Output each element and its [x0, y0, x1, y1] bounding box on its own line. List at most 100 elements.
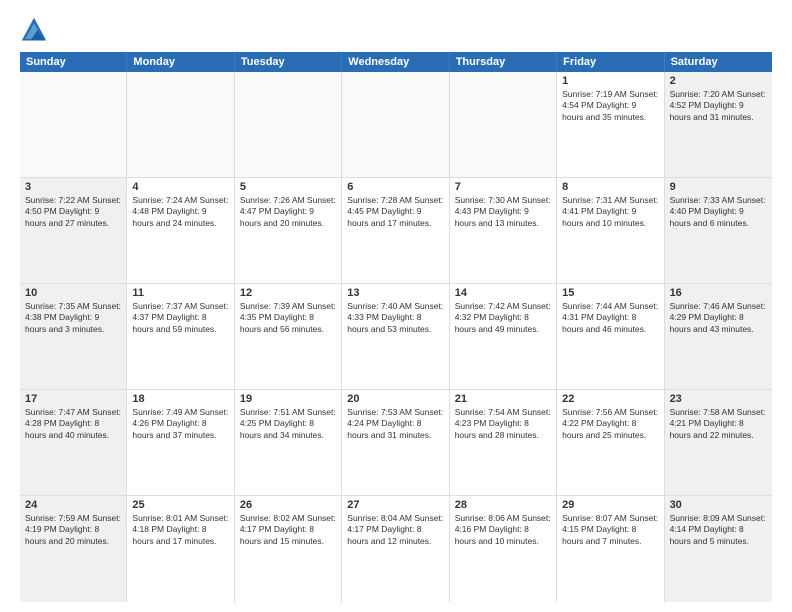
day-number: 9: [670, 181, 767, 193]
day-info: Sunrise: 7:56 AM Sunset: 4:22 PM Dayligh…: [562, 407, 658, 441]
header-day-thursday: Thursday: [450, 52, 557, 72]
day-info: Sunrise: 7:35 AM Sunset: 4:38 PM Dayligh…: [25, 301, 121, 335]
calendar-row-2: 10 Sunrise: 7:35 AM Sunset: 4:38 PM Dayli…: [20, 284, 772, 390]
calendar-cell: 1 Sunrise: 7:19 AM Sunset: 4:54 PM Daylig…: [557, 72, 664, 177]
day-info: Sunrise: 8:01 AM Sunset: 4:18 PM Dayligh…: [132, 513, 228, 547]
calendar-cell: 21 Sunrise: 7:54 AM Sunset: 4:23 PM Dayli…: [450, 390, 557, 495]
page: SundayMondayTuesdayWednesdayThursdayFrid…: [0, 0, 792, 612]
calendar-cell: 3 Sunrise: 7:22 AM Sunset: 4:50 PM Daylig…: [20, 178, 127, 283]
calendar-cell: 25 Sunrise: 8:01 AM Sunset: 4:18 PM Dayli…: [127, 496, 234, 602]
header-day-friday: Friday: [557, 52, 664, 72]
day-number: 25: [132, 499, 228, 511]
calendar-header: SundayMondayTuesdayWednesdayThursdayFrid…: [20, 52, 772, 72]
day-info: Sunrise: 7:53 AM Sunset: 4:24 PM Dayligh…: [347, 407, 443, 441]
day-number: 17: [25, 393, 121, 405]
day-info: Sunrise: 7:46 AM Sunset: 4:29 PM Dayligh…: [670, 301, 767, 335]
day-number: 13: [347, 287, 443, 299]
day-number: 1: [562, 75, 658, 87]
calendar-cell: 16 Sunrise: 7:46 AM Sunset: 4:29 PM Dayli…: [665, 284, 772, 389]
day-number: 27: [347, 499, 443, 511]
calendar-cell: 2 Sunrise: 7:20 AM Sunset: 4:52 PM Daylig…: [665, 72, 772, 177]
day-info: Sunrise: 7:39 AM Sunset: 4:35 PM Dayligh…: [240, 301, 336, 335]
day-info: Sunrise: 8:06 AM Sunset: 4:16 PM Dayligh…: [455, 513, 551, 547]
calendar-row-0: 1 Sunrise: 7:19 AM Sunset: 4:54 PM Daylig…: [20, 72, 772, 178]
day-info: Sunrise: 7:54 AM Sunset: 4:23 PM Dayligh…: [455, 407, 551, 441]
calendar-cell: 22 Sunrise: 7:56 AM Sunset: 4:22 PM Dayli…: [557, 390, 664, 495]
calendar-cell: 30 Sunrise: 8:09 AM Sunset: 4:14 PM Dayli…: [665, 496, 772, 602]
day-info: Sunrise: 7:31 AM Sunset: 4:41 PM Dayligh…: [562, 195, 658, 229]
calendar-cell: 8 Sunrise: 7:31 AM Sunset: 4:41 PM Daylig…: [557, 178, 664, 283]
logo-icon: [20, 16, 48, 44]
day-number: 16: [670, 287, 767, 299]
day-number: 11: [132, 287, 228, 299]
day-number: 6: [347, 181, 443, 193]
day-info: Sunrise: 7:51 AM Sunset: 4:25 PM Dayligh…: [240, 407, 336, 441]
day-info: Sunrise: 7:33 AM Sunset: 4:40 PM Dayligh…: [670, 195, 767, 229]
calendar-body: 1 Sunrise: 7:19 AM Sunset: 4:54 PM Daylig…: [20, 72, 772, 602]
day-number: 20: [347, 393, 443, 405]
day-info: Sunrise: 7:28 AM Sunset: 4:45 PM Dayligh…: [347, 195, 443, 229]
header-day-saturday: Saturday: [665, 52, 772, 72]
day-number: 22: [562, 393, 658, 405]
header-day-tuesday: Tuesday: [235, 52, 342, 72]
calendar-cell: 28 Sunrise: 8:06 AM Sunset: 4:16 PM Dayli…: [450, 496, 557, 602]
header: [20, 16, 772, 44]
day-info: Sunrise: 7:19 AM Sunset: 4:54 PM Dayligh…: [562, 89, 658, 123]
calendar-cell: [20, 72, 127, 177]
day-number: 29: [562, 499, 658, 511]
day-number: 26: [240, 499, 336, 511]
day-number: 18: [132, 393, 228, 405]
day-info: Sunrise: 7:22 AM Sunset: 4:50 PM Dayligh…: [25, 195, 121, 229]
day-info: Sunrise: 7:47 AM Sunset: 4:28 PM Dayligh…: [25, 407, 121, 441]
calendar-cell: 20 Sunrise: 7:53 AM Sunset: 4:24 PM Dayli…: [342, 390, 449, 495]
day-number: 30: [670, 499, 767, 511]
day-info: Sunrise: 7:30 AM Sunset: 4:43 PM Dayligh…: [455, 195, 551, 229]
calendar-row-3: 17 Sunrise: 7:47 AM Sunset: 4:28 PM Dayli…: [20, 390, 772, 496]
calendar-row-4: 24 Sunrise: 7:59 AM Sunset: 4:19 PM Dayli…: [20, 496, 772, 602]
day-info: Sunrise: 8:09 AM Sunset: 4:14 PM Dayligh…: [670, 513, 767, 547]
header-day-sunday: Sunday: [20, 52, 127, 72]
calendar-cell: 13Sunrise: 7:40 AM Sunset: 4:33 PM Dayli…: [342, 284, 449, 389]
calendar-cell: 5Sunrise: 7:26 AM Sunset: 4:47 PM Daylig…: [235, 178, 342, 283]
day-number: 10: [25, 287, 121, 299]
day-number: 4: [132, 181, 228, 193]
calendar-cell: 23 Sunrise: 7:58 AM Sunset: 4:21 PM Dayli…: [665, 390, 772, 495]
day-info: Sunrise: 8:02 AM Sunset: 4:17 PM Dayligh…: [240, 513, 336, 547]
day-number: 14: [455, 287, 551, 299]
calendar-cell: 11Sunrise: 7:37 AM Sunset: 4:37 PM Dayli…: [127, 284, 234, 389]
calendar-cell: 12Sunrise: 7:39 AM Sunset: 4:35 PM Dayli…: [235, 284, 342, 389]
day-info: Sunrise: 7:58 AM Sunset: 4:21 PM Dayligh…: [670, 407, 767, 441]
calendar-cell: 17 Sunrise: 7:47 AM Sunset: 4:28 PM Dayli…: [20, 390, 127, 495]
day-info: Sunrise: 7:59 AM Sunset: 4:19 PM Dayligh…: [25, 513, 121, 547]
day-number: 8: [562, 181, 658, 193]
day-info: Sunrise: 7:20 AM Sunset: 4:52 PM Dayligh…: [670, 89, 767, 123]
calendar-cell: 27Sunrise: 8:04 AM Sunset: 4:17 PM Dayli…: [342, 496, 449, 602]
day-number: 21: [455, 393, 551, 405]
calendar-cell: 18 Sunrise: 7:49 AM Sunset: 4:26 PM Dayli…: [127, 390, 234, 495]
calendar-cell: 7 Sunrise: 7:30 AM Sunset: 4:43 PM Daylig…: [450, 178, 557, 283]
day-number: 28: [455, 499, 551, 511]
day-info: Sunrise: 7:42 AM Sunset: 4:32 PM Dayligh…: [455, 301, 551, 335]
calendar-cell: [127, 72, 234, 177]
day-number: 24: [25, 499, 121, 511]
day-info: Sunrise: 8:07 AM Sunset: 4:15 PM Dayligh…: [562, 513, 658, 547]
day-number: 2: [670, 75, 767, 87]
calendar-cell: 24 Sunrise: 7:59 AM Sunset: 4:19 PM Dayli…: [20, 496, 127, 602]
calendar-row-1: 3 Sunrise: 7:22 AM Sunset: 4:50 PM Daylig…: [20, 178, 772, 284]
day-info: Sunrise: 7:49 AM Sunset: 4:26 PM Dayligh…: [132, 407, 228, 441]
calendar-cell: [450, 72, 557, 177]
day-info: Sunrise: 7:26 AM Sunset: 4:47 PM Dayligh…: [240, 195, 336, 229]
header-day-wednesday: Wednesday: [342, 52, 449, 72]
logo: [20, 16, 52, 44]
calendar: SundayMondayTuesdayWednesdayThursdayFrid…: [20, 52, 772, 602]
calendar-cell: 6 Sunrise: 7:28 AM Sunset: 4:45 PM Daylig…: [342, 178, 449, 283]
day-number: 19: [240, 393, 336, 405]
day-number: 7: [455, 181, 551, 193]
calendar-cell: 26 Sunrise: 8:02 AM Sunset: 4:17 PM Dayli…: [235, 496, 342, 602]
calendar-cell: 29 Sunrise: 8:07 AM Sunset: 4:15 PM Dayli…: [557, 496, 664, 602]
calendar-cell: 19 Sunrise: 7:51 AM Sunset: 4:25 PM Dayli…: [235, 390, 342, 495]
day-number: 3: [25, 181, 121, 193]
calendar-cell: 15Sunrise: 7:44 AM Sunset: 4:31 PM Dayli…: [557, 284, 664, 389]
day-info: Sunrise: 7:24 AM Sunset: 4:48 PM Dayligh…: [132, 195, 228, 229]
day-number: 23: [670, 393, 767, 405]
